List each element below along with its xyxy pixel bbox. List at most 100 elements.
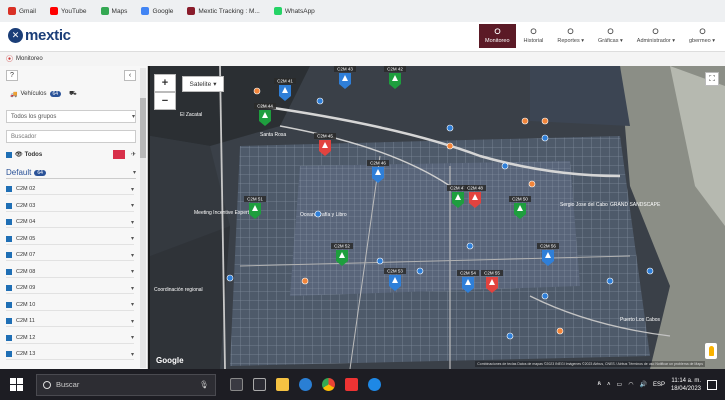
bookmark-4[interactable]: Mextic Tracking : M... <box>187 7 260 15</box>
unit-checkbox[interactable] <box>6 186 12 192</box>
widgets-icon[interactable] <box>253 378 266 391</box>
unit-row[interactable]: C2M 02 ▾ <box>6 184 134 195</box>
select-all-checkbox[interactable] <box>6 151 12 158</box>
poi-marker-icon[interactable] <box>416 267 424 275</box>
unit-row[interactable]: C2M 03 ▾ <box>6 201 134 212</box>
poi-marker-icon[interactable] <box>521 117 529 125</box>
groups-select[interactable]: Todos los grupos ▾ <box>6 110 136 123</box>
edge-icon[interactable] <box>368 378 381 391</box>
network-icon[interactable]: ▭ <box>617 381 623 388</box>
notifications-icon[interactable] <box>707 379 717 390</box>
nav-1[interactable]: Historial <box>518 24 550 48</box>
chevron-down-icon[interactable]: ▾ <box>133 169 136 176</box>
chevron-down-icon[interactable]: ▾ <box>131 219 134 226</box>
poi-marker-icon[interactable] <box>501 162 509 170</box>
poi-marker-icon[interactable] <box>466 242 474 250</box>
nav-3[interactable]: Gráficas ▾ <box>592 24 629 48</box>
poi-marker-icon[interactable] <box>314 210 322 218</box>
unit-row[interactable]: C2M 13 ▾ <box>6 349 134 360</box>
unit-row[interactable]: C2M 11 ▾ <box>6 316 134 327</box>
poi-marker-icon[interactable] <box>528 180 536 188</box>
bookmark-5[interactable]: WhatsApp <box>273 7 315 15</box>
unit-checkbox[interactable] <box>6 202 12 209</box>
chevron-down-icon[interactable]: ▾ <box>131 268 134 275</box>
fullscreen-button[interactable]: ⛶ <box>705 72 719 86</box>
help-button[interactable]: ? <box>6 70 18 81</box>
volume-icon[interactable]: 🔊 <box>639 381 646 388</box>
unit-checkbox[interactable] <box>6 285 12 291</box>
unit-row[interactable]: C2M 04 ▾ <box>6 217 134 228</box>
map-type-select[interactable]: Satelite ▾ <box>182 76 224 92</box>
satellite-map[interactable]: Meeting Incentive Experts Oceanografía y … <box>150 66 725 369</box>
tab-routes[interactable]: ⛟ <box>65 88 81 100</box>
taskbar-clock[interactable]: 11:14 a. m. 18/04/2023 <box>671 377 701 393</box>
zoom-in-button[interactable]: + <box>154 74 176 92</box>
microphone-icon[interactable]: 🎙 <box>199 380 209 389</box>
media-app-icon[interactable] <box>345 378 358 391</box>
edge-browser-icon[interactable] <box>299 378 312 391</box>
poi-marker-icon[interactable] <box>316 97 324 105</box>
street-view-pegman[interactable] <box>705 343 717 359</box>
collapse-sidebar-button[interactable]: ‹ <box>124 70 136 81</box>
poi-marker-icon[interactable] <box>446 142 454 150</box>
chevron-down-icon[interactable]: ▾ <box>131 301 134 308</box>
unit-checkbox[interactable] <box>6 252 12 258</box>
map-attribution[interactable]: Combinaciones de teclas Datos de mapas ©… <box>475 361 705 367</box>
unit-row[interactable]: C2M 12 ▾ <box>6 333 134 344</box>
chevron-down-icon[interactable]: ▾ <box>131 235 134 242</box>
map-canvas[interactable]: Meeting Incentive Experts Oceanografía y … <box>150 66 725 369</box>
chevron-up-icon[interactable]: ˄ <box>607 382 611 388</box>
unit-row[interactable]: C2M 10 ▾ <box>6 300 134 311</box>
nav-2[interactable]: Reportes ▾ <box>551 24 590 48</box>
sidebar-scrollbar[interactable] <box>140 68 146 368</box>
unit-checkbox[interactable] <box>6 219 12 225</box>
unit-checkbox[interactable] <box>6 318 12 324</box>
unit-checkbox[interactable] <box>6 334 12 341</box>
unit-checkbox[interactable] <box>6 301 12 308</box>
unit-row[interactable]: C2M 05 ▾ <box>6 234 134 245</box>
poi-marker-icon[interactable] <box>541 134 549 142</box>
poi-marker-icon[interactable] <box>253 87 261 95</box>
chrome-browser-icon[interactable] <box>322 378 335 391</box>
zoom-out-button[interactable]: − <box>154 92 176 110</box>
vehicle-search-input[interactable]: Buscador <box>6 130 136 143</box>
nav-5[interactable]: gbermeo ▾ <box>683 24 721 48</box>
chevron-down-icon[interactable]: ▾ <box>131 252 134 259</box>
bookmark-3[interactable]: Google <box>141 7 173 15</box>
file-explorer-icon[interactable] <box>276 378 289 391</box>
poi-marker-icon[interactable] <box>646 267 654 275</box>
poi-marker-icon[interactable] <box>446 124 454 132</box>
poi-marker-icon[interactable] <box>226 274 234 282</box>
poi-marker-icon[interactable] <box>376 257 384 265</box>
language-indicator[interactable]: ESP <box>653 382 665 388</box>
chevron-down-icon[interactable]: ▾ <box>131 285 134 292</box>
unit-row[interactable]: C2M 09 ▾ <box>6 283 134 294</box>
task-view-icon[interactable] <box>230 378 243 391</box>
unit-checkbox[interactable] <box>6 268 12 275</box>
chevron-down-icon[interactable]: ▾ <box>131 334 134 341</box>
unit-row[interactable]: C2M 08 ▾ <box>6 267 134 278</box>
taskbar-search[interactable]: Buscar 🎙 <box>36 373 216 396</box>
color-filter-button[interactable] <box>112 150 125 159</box>
chevron-down-icon[interactable]: ▾ <box>131 351 134 358</box>
nav-4[interactable]: Administrador ▾ <box>631 24 681 48</box>
bookmark-1[interactable]: YouTube <box>49 7 87 15</box>
scrollbar-thumb[interactable] <box>140 98 146 158</box>
unit-checkbox[interactable] <box>6 351 12 357</box>
poi-marker-icon[interactable] <box>541 117 549 125</box>
chevron-down-icon[interactable]: ▾ <box>131 318 134 325</box>
group-name[interactable]: Default <box>6 168 31 177</box>
mextic-logo[interactable]: ✕ mextic <box>8 27 71 44</box>
unit-checkbox[interactable] <box>6 235 12 242</box>
tab-vehicles[interactable]: 🚚 Vehículos 64 <box>6 89 65 100</box>
wifi-icon[interactable]: ◠ <box>628 381 633 388</box>
bookmark-0[interactable]: Gmail <box>8 7 36 15</box>
notification-icon[interactable]: ✈ <box>131 151 136 158</box>
poi-marker-icon[interactable] <box>556 327 564 335</box>
poi-marker-icon[interactable] <box>606 277 614 285</box>
bookmark-2[interactable]: Maps <box>100 7 127 15</box>
poi-marker-icon[interactable] <box>301 277 309 285</box>
chevron-down-icon[interactable]: ▾ <box>131 202 134 209</box>
unit-row[interactable]: C2M 07 ▾ <box>6 250 134 261</box>
windows-start-icon[interactable] <box>10 377 24 392</box>
